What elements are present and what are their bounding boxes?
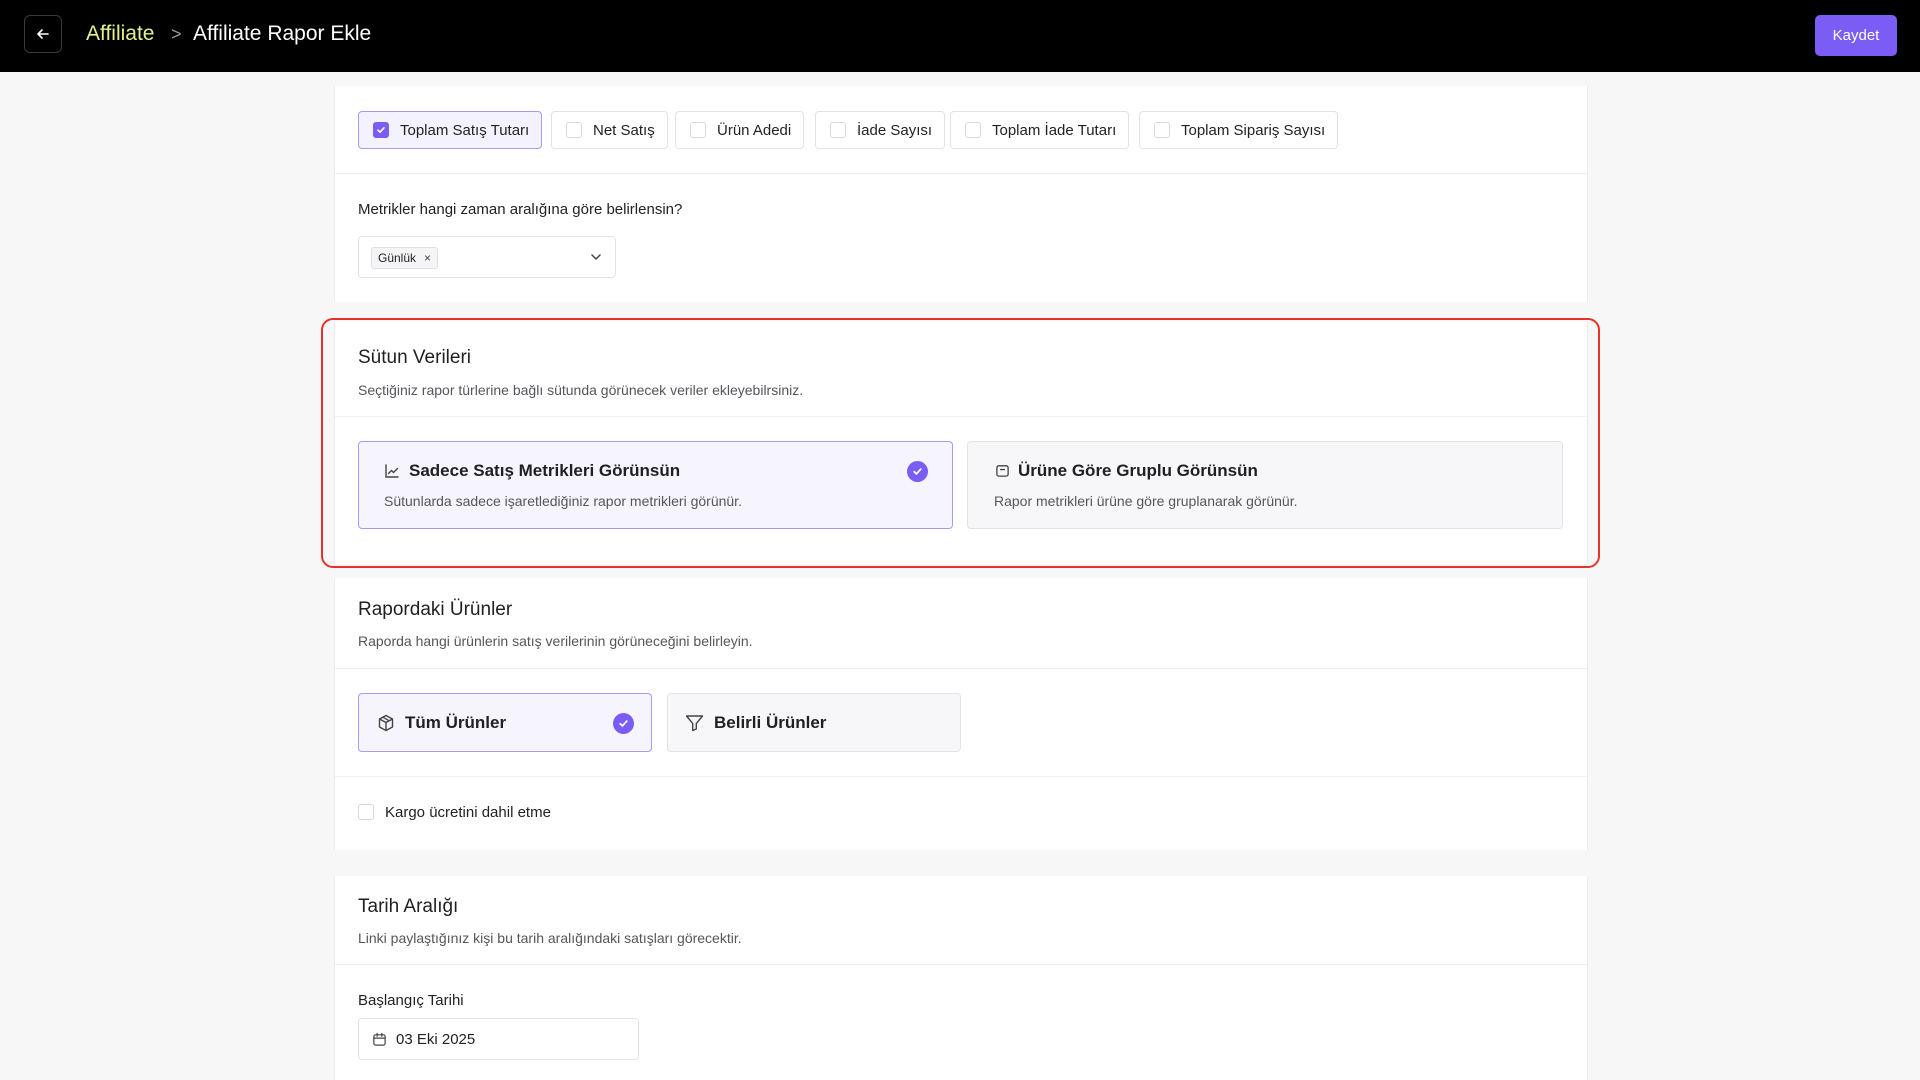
check-circle-icon — [613, 713, 634, 734]
option-title: Ürüne Göre Gruplu Görünsün — [1018, 461, 1258, 480]
top-bar: Affiliate > Affiliate Rapor Ekle Kaydet — [0, 0, 1920, 72]
filter-icon — [685, 715, 704, 732]
divider — [335, 964, 1587, 965]
option-title: Belirli Ürünler — [714, 713, 827, 732]
breadcrumb-root[interactable]: Affiliate — [86, 22, 155, 46]
chip-label: Toplam Sipariş Sayısı — [1181, 121, 1326, 139]
dates-title: Tarih Aralığı — [358, 896, 459, 917]
divider — [335, 668, 1587, 669]
shipping-label: Kargo ücretini dahil etme — [385, 804, 551, 821]
checkbox-checked[interactable] — [373, 122, 389, 138]
checkbox[interactable] — [965, 122, 981, 138]
products-option-all[interactable]: Tüm Ürünler — [358, 693, 652, 752]
metric-chip-total-return[interactable]: Toplam İade Tutarı — [950, 111, 1130, 149]
chart-line-icon — [385, 464, 399, 478]
tag-label: Günlük — [378, 251, 417, 265]
calendar-icon — [373, 1032, 386, 1046]
checkbox[interactable] — [566, 122, 582, 138]
option-title: Tüm Ürünler — [405, 713, 507, 732]
dates-subtitle: Linki paylaştığınız kişi bu tarih aralığ… — [358, 930, 742, 946]
back-button[interactable] — [24, 15, 62, 53]
checkbox[interactable] — [690, 122, 706, 138]
interval-question: Metrikler hangi zaman aralığına göre bel… — [358, 201, 683, 218]
package-icon — [378, 714, 394, 732]
metric-chip-total-orders[interactable]: Toplam Sipariş Sayısı — [1139, 111, 1339, 149]
columns-subtitle: Seçtiğiniz rapor türlerine bağlı sütunda… — [358, 382, 804, 398]
checkbox[interactable] — [1154, 122, 1170, 138]
breadcrumb-separator-icon: > — [171, 24, 182, 44]
metric-chip-product-count[interactable]: Ürün Adedi — [675, 111, 805, 149]
selected-tag: Günlük × — [371, 247, 439, 269]
metric-chip-return-count[interactable]: İade Sayısı — [815, 111, 946, 149]
shipping-checkbox[interactable] — [358, 804, 374, 820]
interval-select[interactable]: Günlük × — [358, 236, 616, 278]
save-button[interactable]: Kaydet — [1815, 15, 1897, 56]
option-description: Sütunlarda sadece işaretlediğiniz rapor … — [384, 493, 742, 509]
start-date-value: 03 Eki 2025 — [396, 1031, 476, 1048]
column-option-group-by-product[interactable]: Ürüne Göre Gruplu Görünsün Rapor metrikl… — [967, 441, 1563, 529]
start-date-input[interactable]: 03 Eki 2025 — [358, 1018, 639, 1060]
chevron-down-icon — [591, 254, 601, 260]
divider — [335, 173, 1587, 174]
divider — [335, 416, 1587, 417]
start-date-label: Başlangıç Tarihi — [358, 992, 464, 1009]
remove-tag-icon[interactable]: × — [424, 251, 431, 265]
chip-label: Toplam İade Tutarı — [992, 121, 1117, 139]
chip-label: Toplam Satış Tutarı — [400, 121, 530, 139]
column-option-sales-metrics[interactable]: Sadece Satış Metrikleri Görünsün Sütunla… — [358, 441, 953, 529]
checkbox[interactable] — [830, 122, 846, 138]
products-subtitle: Raporda hangi ürünlerin satış verilerini… — [358, 633, 753, 649]
chip-label: Net Satış — [593, 121, 655, 139]
box-icon — [996, 465, 1009, 477]
products-option-specific[interactable]: Belirli Ürünler — [667, 693, 961, 752]
columns-title: Sütun Verileri — [358, 347, 472, 368]
arrow-left-icon — [37, 29, 49, 39]
metric-chip-net-sales[interactable]: Net Satış — [551, 111, 668, 149]
products-title: Rapordaki Ürünler — [358, 599, 513, 620]
check-circle-icon — [907, 461, 928, 482]
page-title: Affiliate Rapor Ekle — [193, 22, 372, 45]
chip-label: Ürün Adedi — [717, 121, 792, 139]
option-description: Rapor metrikleri ürüne göre gruplanarak … — [994, 493, 1298, 509]
option-title: Sadece Satış Metrikleri Görünsün — [409, 461, 681, 480]
check-icon — [377, 127, 385, 133]
metric-chip-total-sales[interactable]: Toplam Satış Tutarı — [358, 111, 543, 149]
divider — [335, 776, 1587, 777]
chip-label: İade Sayısı — [857, 121, 933, 139]
